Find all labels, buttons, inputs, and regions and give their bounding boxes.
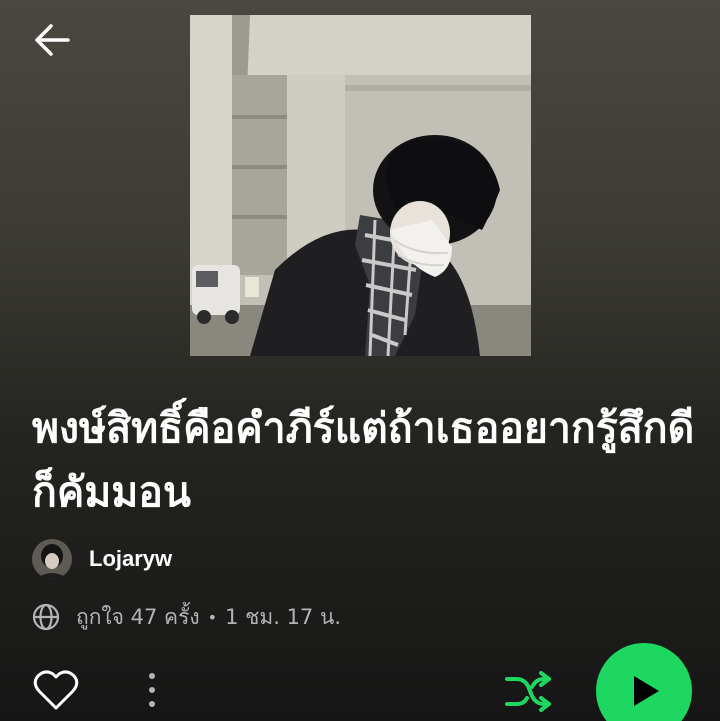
play-icon [634, 676, 659, 706]
meta-separator: • [207, 607, 218, 627]
play-button[interactable] [596, 643, 692, 721]
heart-outline-icon [33, 670, 79, 710]
back-button[interactable] [28, 18, 76, 62]
shuffle-button[interactable] [504, 670, 552, 714]
more-options-button[interactable] [140, 668, 164, 712]
globe-icon [32, 603, 60, 631]
playlist-cover-image [190, 15, 531, 356]
playlist-duration: 1 ชม. 17 น. [225, 604, 342, 629]
avatar [32, 539, 72, 579]
arrow-left-icon [35, 24, 70, 56]
shuffle-icon [505, 671, 551, 712]
likes-count: ถูกใจ 47 ครั้ง [76, 604, 200, 629]
playlist-meta: ถูกใจ 47 ครั้ง • 1 ชม. 17 น. [32, 600, 341, 634]
like-button[interactable] [33, 668, 79, 712]
more-vertical-icon [149, 673, 155, 707]
owner-name: Lojaryw [89, 546, 173, 571]
owner-link[interactable]: Lojaryw [32, 538, 172, 580]
playlist-title: พงษ์สิทธิ์คือคำภีร์แต่ถ้าเธออยากรู้สึกดี… [32, 404, 695, 516]
